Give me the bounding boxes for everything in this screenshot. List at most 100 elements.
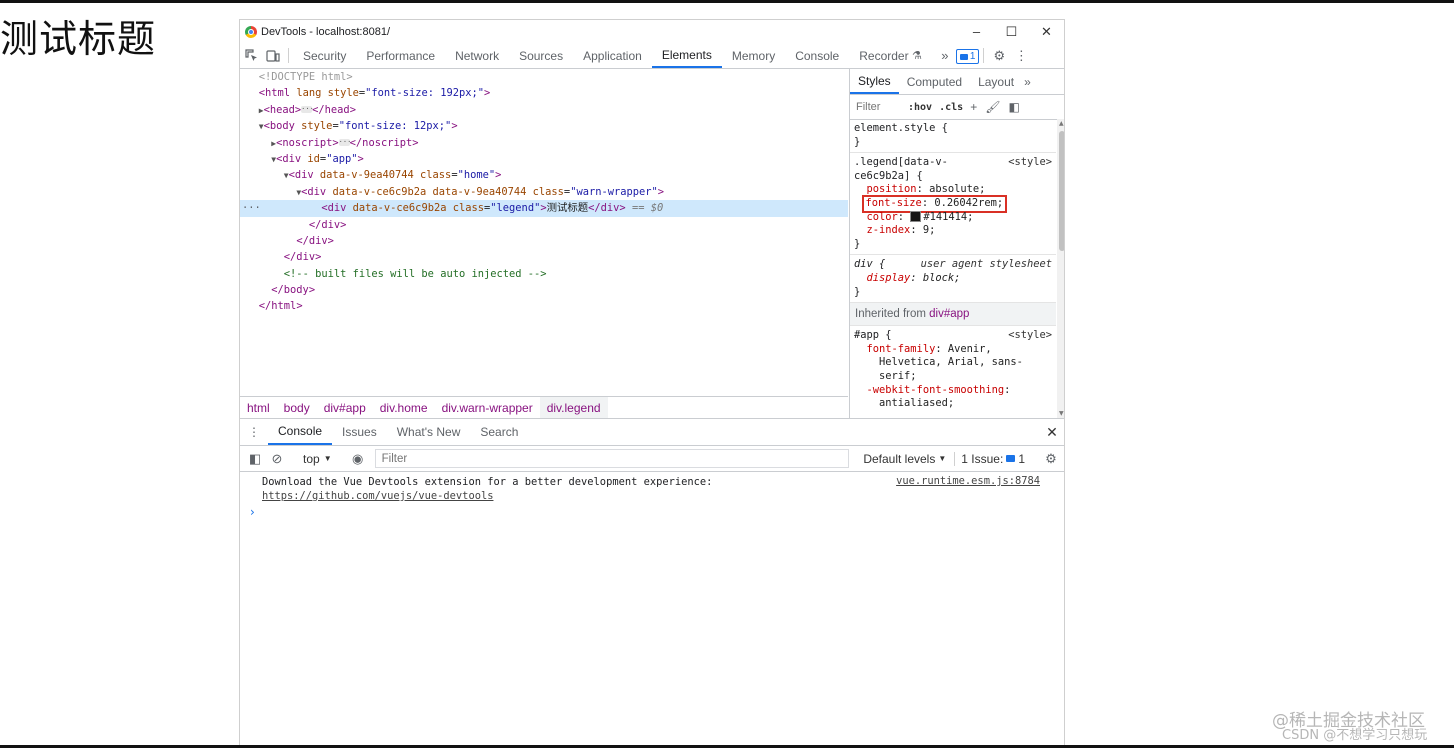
console-prompt[interactable]: › [240, 505, 1064, 519]
tab-network[interactable]: Network [445, 43, 509, 68]
selector[interactable]: element.style { [854, 122, 1056, 136]
console-message-link[interactable]: https://github.com/vuejs/vue-devtools [262, 489, 1064, 503]
dom-line[interactable]: ▼<body style="font-size: 12px;"> [240, 118, 848, 134]
breadcrumb-div-warn-wrapper[interactable]: div.warn-wrapper [435, 397, 540, 419]
tab-computed[interactable]: Computed [899, 69, 970, 94]
dom-line[interactable]: ▼<div data-v-ce6c9b2a data-v-9ea40744 cl… [240, 184, 848, 200]
sidebar-toggle-icon[interactable]: ◧ [244, 451, 266, 467]
declaration[interactable]: -webkit-font-smoothing: [854, 384, 1056, 398]
breadcrumb-div-app[interactable]: div#app [317, 397, 373, 419]
tab-sources[interactable]: Sources [509, 43, 573, 68]
clear-console-icon[interactable]: ⊘ [266, 451, 288, 467]
new-rule-icon[interactable]: + [970, 100, 977, 114]
paint-brush-icon[interactable]: 🖌 [985, 100, 1000, 114]
dom-line[interactable]: ▶<head>···</head> [240, 102, 848, 118]
more-tabs-icon[interactable]: » [934, 43, 956, 68]
more-actions-icon[interactable]: ··· [242, 200, 261, 216]
dom-line-selected[interactable]: ··· <div data-v-ce6c9b2a class="legend">… [240, 200, 848, 217]
drawer-tab-console[interactable]: Console [268, 419, 333, 445]
cls-button[interactable]: .cls [939, 102, 963, 113]
log-levels-dropdown[interactable]: Default levels ▼ [855, 452, 954, 466]
tab-application[interactable]: Application [573, 43, 652, 68]
device-toolbar-icon[interactable] [262, 43, 284, 68]
attr-value: "app" [326, 152, 358, 165]
dropdown-arrow-icon: ▼ [938, 454, 947, 463]
close-brace: } [854, 135, 861, 148]
drawer-tab-search[interactable]: Search [470, 419, 528, 445]
styles-filter-input[interactable]: Filter [850, 101, 908, 113]
tab-security[interactable]: Security [293, 43, 356, 68]
console-source-link[interactable]: vue.runtime.esm.js:8784 [896, 475, 1040, 487]
context-selector[interactable]: top ▼ [297, 452, 338, 466]
tab-console[interactable]: Console [785, 43, 849, 68]
inherited-element-link[interactable]: div#app [929, 308, 969, 320]
drawer-tab-issues[interactable]: Issues [332, 419, 387, 445]
declaration[interactable]: color: #141414; [854, 211, 1056, 225]
ellipsis-icon[interactable]: ··· [338, 139, 351, 147]
maximize-button[interactable]: ☐ [994, 24, 1029, 40]
main-tabbar: Security Performance Network Sources App… [240, 43, 1064, 69]
issues-counter[interactable]: 1 Issue: 1 [954, 451, 1031, 466]
dom-line[interactable]: <html lang style="font-size: 192px;"> [240, 85, 848, 101]
watermark-csdn: CSDN @不想学习只想玩 [1282, 728, 1428, 743]
tab-recorder[interactable]: Recorder ⚗ [849, 43, 932, 68]
breadcrumb-div-legend[interactable]: div.legend [539, 397, 608, 419]
declaration[interactable]: position: absolute; [854, 183, 1056, 197]
declaration[interactable]: font-family: Avenir, [854, 343, 1056, 357]
attr-value: "warn-wrapper" [570, 185, 658, 198]
rule-source-link[interactable]: <style> [1008, 329, 1052, 341]
minimize-button[interactable]: – [959, 24, 994, 39]
scrollbar-thumb[interactable] [1059, 131, 1064, 251]
dom-line[interactable]: </div> [240, 249, 848, 265]
property-value: serif; [879, 369, 917, 382]
sidebar-toggle-icon[interactable]: ◧ [1008, 100, 1019, 114]
dom-line[interactable]: </html> [240, 298, 848, 314]
breadcrumb-html[interactable]: html [240, 397, 277, 419]
inspect-element-icon[interactable] [240, 43, 262, 68]
console-drawer: ⋮ Console Issues What's New Search ✕ ◧ ⊘… [240, 418, 1064, 745]
dom-line[interactable]: </body> [240, 282, 848, 298]
styles-scrollbar[interactable]: ▲ ▼ [1057, 119, 1064, 418]
hov-button[interactable]: :hov [908, 102, 932, 113]
breadcrumb-div-home[interactable]: div.home [373, 397, 435, 419]
close-window-button[interactable]: ✕ [1029, 24, 1064, 40]
ellipsis-icon[interactable]: ··· [301, 106, 314, 114]
declaration-highlighted[interactable]: font-size: 0.26042rem; [854, 195, 1056, 213]
window-titlebar: DevTools - localhost:8081/ – ☐ ✕ [240, 20, 1064, 43]
dom-line[interactable]: ▶<noscript>···</noscript> [240, 135, 848, 151]
eye-icon[interactable]: ◉ [347, 451, 369, 467]
tab-memory[interactable]: Memory [722, 43, 785, 68]
breadcrumb-body[interactable]: body [277, 397, 317, 419]
rule-source-link[interactable]: <style> [1008, 156, 1052, 168]
gear-icon[interactable]: ⚙ [1040, 451, 1062, 467]
dom-line[interactable]: <!DOCTYPE html> [240, 69, 848, 85]
drawer-menu-icon[interactable]: ⋮ [240, 419, 268, 445]
dom-line[interactable]: <!-- built files will be auto injected -… [240, 266, 848, 282]
window-title: DevTools - localhost:8081/ [261, 25, 391, 38]
attr-name: data-v-9ea40744 [319, 169, 414, 182]
close-drawer-icon[interactable]: ✕ [1038, 419, 1064, 445]
dom-line[interactable]: ▼<div id="app"> [240, 151, 848, 167]
console-toolbar: ◧ ⊘ top ▼ ◉ Filter Default levels ▼ 1 Issu… [240, 446, 1064, 472]
scroll-down-icon[interactable]: ▼ [1059, 410, 1064, 417]
tab-elements[interactable]: Elements [651, 43, 722, 68]
kebab-menu-icon[interactable]: ⋮ [1010, 43, 1032, 68]
tab-styles[interactable]: Styles [850, 69, 899, 94]
more-tabs-icon[interactable]: » [1022, 69, 1033, 94]
declaration[interactable]: z-index: 9; [854, 224, 1056, 238]
gear-icon[interactable]: ⚙ [988, 43, 1010, 68]
messages-badge[interactable]: 1 [955, 49, 980, 64]
styles-tabbar: Styles Computed Layout » [850, 69, 1064, 95]
dom-line[interactable]: </div> [240, 233, 848, 249]
dom-line[interactable]: ▼<div data-v-9ea40744 class="home"> [240, 167, 848, 183]
tab-layout[interactable]: Layout [970, 69, 1022, 94]
scroll-up-icon[interactable]: ▲ [1059, 120, 1064, 127]
console-filter-input[interactable]: Filter [374, 449, 850, 468]
dom-line[interactable]: </div> [240, 217, 848, 233]
elements-panel: <!DOCTYPE html> <html lang style="font-s… [240, 69, 1064, 419]
tab-performance[interactable]: Performance [356, 43, 445, 68]
property-value: #141414; [923, 210, 974, 223]
selector[interactable]: ce6c9b2a] { [854, 170, 1056, 184]
drawer-tab-whats-new[interactable]: What's New [387, 419, 471, 445]
color-swatch[interactable] [910, 211, 922, 223]
